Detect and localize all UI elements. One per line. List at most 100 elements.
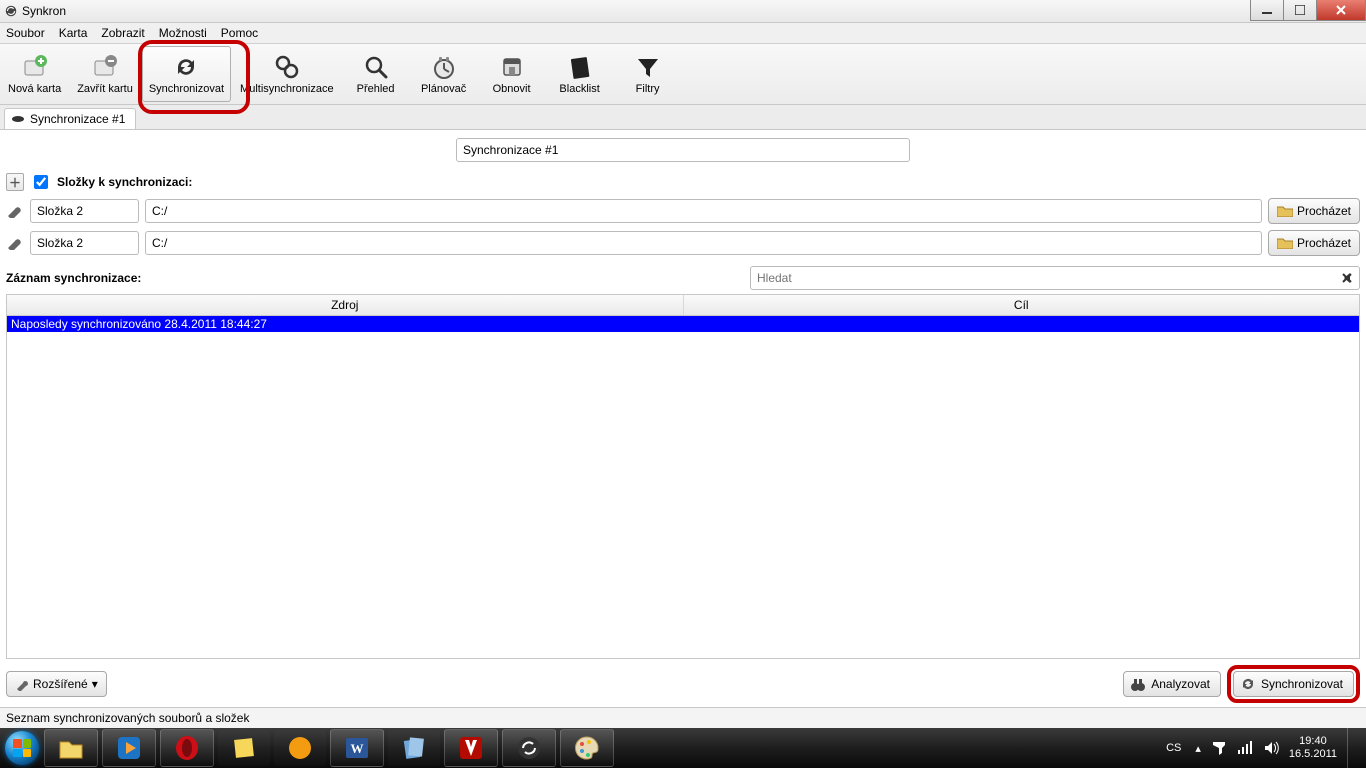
folder-icon bbox=[1277, 205, 1293, 217]
log-header: Záznam synchronizace: bbox=[6, 266, 1360, 290]
volume-icon[interactable] bbox=[1263, 740, 1279, 756]
network-icon[interactable] bbox=[1237, 740, 1253, 756]
menu-soubor[interactable]: Soubor bbox=[6, 26, 45, 40]
status-text: Seznam synchronizovaných souborů a slože… bbox=[6, 711, 249, 725]
menubar: Soubor Karta Zobrazit Možnosti Pomoc bbox=[0, 23, 1366, 44]
taskbar-notes[interactable] bbox=[218, 730, 270, 766]
wrench-icon bbox=[15, 677, 29, 691]
statusbar: Seznam synchronizovaných souborů a slože… bbox=[0, 707, 1366, 728]
taskbar: W CS ▴ 19:40 16.5.2011 bbox=[0, 728, 1366, 768]
action-center-icon[interactable] bbox=[1211, 740, 1227, 756]
taskbar-app-files[interactable] bbox=[388, 730, 440, 766]
col-source[interactable]: Zdroj bbox=[7, 295, 684, 315]
sync-icon bbox=[1240, 676, 1256, 692]
toolbar: Nová karta Zavřít kartu Synchronizovat M… bbox=[0, 44, 1366, 105]
analyze-button[interactable]: Analyzovat bbox=[1123, 671, 1221, 697]
window-controls bbox=[1250, 0, 1366, 21]
binoculars-icon bbox=[1130, 676, 1146, 692]
folders-header-label: Složky k synchronizaci: bbox=[57, 175, 192, 189]
grid-body[interactable]: Naposledy synchronizováno 28.4.2011 18:4… bbox=[7, 316, 1359, 658]
folder-name-input-1[interactable] bbox=[30, 199, 139, 223]
toolbar-filters[interactable]: Filtry bbox=[615, 46, 681, 102]
content-area: ＋ Složky k synchronizaci: Procházet Proc… bbox=[0, 130, 1366, 707]
toolbar-close-tab[interactable]: Zavřít kartu bbox=[70, 46, 140, 102]
grid-header: Zdroj Cíl bbox=[7, 295, 1359, 316]
wrench-icon[interactable] bbox=[6, 236, 24, 250]
bottom-bar: Rozšířené ▾ Analyzovat Synchronizovat bbox=[6, 665, 1360, 703]
tab-sync-icon bbox=[11, 114, 25, 124]
scheduler-icon bbox=[430, 53, 458, 81]
overview-icon bbox=[362, 53, 390, 81]
maximize-button[interactable] bbox=[1283, 0, 1316, 21]
folder-path-input-2[interactable] bbox=[145, 231, 1262, 255]
sun-icon bbox=[286, 734, 314, 762]
show-desktop-button[interactable] bbox=[1347, 728, 1358, 768]
menu-karta[interactable]: Karta bbox=[59, 26, 88, 40]
taskbar-opera[interactable] bbox=[160, 729, 214, 767]
app-icon bbox=[4, 4, 18, 18]
taskbar-app-orange[interactable] bbox=[274, 730, 326, 766]
play-icon bbox=[115, 734, 143, 762]
sync-icon bbox=[515, 734, 543, 762]
advanced-button[interactable]: Rozšířené ▾ bbox=[6, 671, 107, 697]
toolbar-restore[interactable]: Obnovit bbox=[479, 46, 545, 102]
taskbar-adobe[interactable] bbox=[444, 729, 498, 767]
folder-row-1: Procházet bbox=[6, 198, 1360, 224]
taskbar-explorer[interactable] bbox=[44, 729, 98, 767]
multisync-icon bbox=[273, 53, 301, 81]
restore-icon bbox=[498, 53, 526, 81]
start-button[interactable] bbox=[2, 728, 42, 768]
files-icon bbox=[400, 734, 428, 762]
taskbar-synkron[interactable] bbox=[502, 729, 556, 767]
taskbar-word[interactable]: W bbox=[330, 729, 384, 767]
clock[interactable]: 19:40 16.5.2011 bbox=[1289, 735, 1337, 761]
synchronize-button[interactable]: Synchronizovat bbox=[1233, 671, 1354, 697]
toolbar-new-tab[interactable]: Nová karta bbox=[1, 46, 68, 102]
filters-icon bbox=[634, 53, 662, 81]
folders-checkbox[interactable] bbox=[34, 175, 48, 189]
wrench-icon[interactable] bbox=[6, 204, 24, 218]
chevron-up-icon[interactable]: ▴ bbox=[1195, 742, 1201, 755]
menu-moznosti[interactable]: Možnosti bbox=[159, 26, 207, 40]
toolbar-multisync[interactable]: Multisynchronizace bbox=[233, 46, 341, 102]
folder-name-input-2[interactable] bbox=[30, 231, 139, 255]
toolbar-synchronize[interactable]: Synchronizovat bbox=[142, 46, 231, 102]
palette-icon bbox=[573, 734, 601, 762]
blacklist-icon bbox=[566, 53, 594, 81]
sync-name-input[interactable] bbox=[456, 138, 910, 162]
clear-search-icon[interactable] bbox=[1339, 270, 1355, 286]
toolbar-scheduler[interactable]: Plánovač bbox=[411, 46, 477, 102]
new-tab-icon bbox=[21, 53, 49, 81]
svg-text:W: W bbox=[351, 741, 364, 756]
opera-icon bbox=[173, 734, 201, 762]
col-target[interactable]: Cíl bbox=[684, 295, 1360, 315]
toolbar-blacklist[interactable]: Blacklist bbox=[547, 46, 613, 102]
taskbar-mediaplayer[interactable] bbox=[102, 729, 156, 767]
menu-pomoc[interactable]: Pomoc bbox=[221, 26, 258, 40]
window-title: Synkron bbox=[22, 4, 66, 18]
tabstrip: Synchronizace #1 bbox=[0, 105, 1366, 130]
folder-row-2: Procházet bbox=[6, 230, 1360, 256]
close-window-button[interactable] bbox=[1316, 0, 1366, 21]
chevron-down-icon: ▾ bbox=[92, 677, 98, 691]
language-indicator[interactable]: CS bbox=[1162, 742, 1185, 754]
sync-icon bbox=[172, 53, 200, 81]
minimize-button[interactable] bbox=[1250, 0, 1283, 21]
browse-button-2[interactable]: Procházet bbox=[1268, 230, 1360, 256]
browse-button-1[interactable]: Procházet bbox=[1268, 198, 1360, 224]
add-folder-button[interactable]: ＋ bbox=[6, 173, 24, 191]
toolbar-overview[interactable]: Přehled bbox=[343, 46, 409, 102]
system-tray: CS ▴ 19:40 16.5.2011 bbox=[1162, 728, 1364, 768]
folder-path-input-1[interactable] bbox=[145, 199, 1262, 223]
search-input[interactable] bbox=[755, 268, 1339, 288]
sticky-note-icon bbox=[230, 734, 258, 762]
log-label: Záznam synchronizace: bbox=[6, 271, 141, 285]
close-tab-icon bbox=[91, 53, 119, 81]
tab-sync-1[interactable]: Synchronizace #1 bbox=[4, 108, 136, 129]
folders-header: ＋ Složky k synchronizaci: bbox=[6, 172, 1360, 192]
taskbar-paint[interactable] bbox=[560, 729, 614, 767]
menu-zobrazit[interactable]: Zobrazit bbox=[101, 26, 144, 40]
grid-row[interactable]: Naposledy synchronizováno 28.4.2011 18:4… bbox=[7, 316, 1359, 332]
folder-icon bbox=[1277, 237, 1293, 249]
titlebar[interactable]: Synkron bbox=[0, 0, 1366, 23]
